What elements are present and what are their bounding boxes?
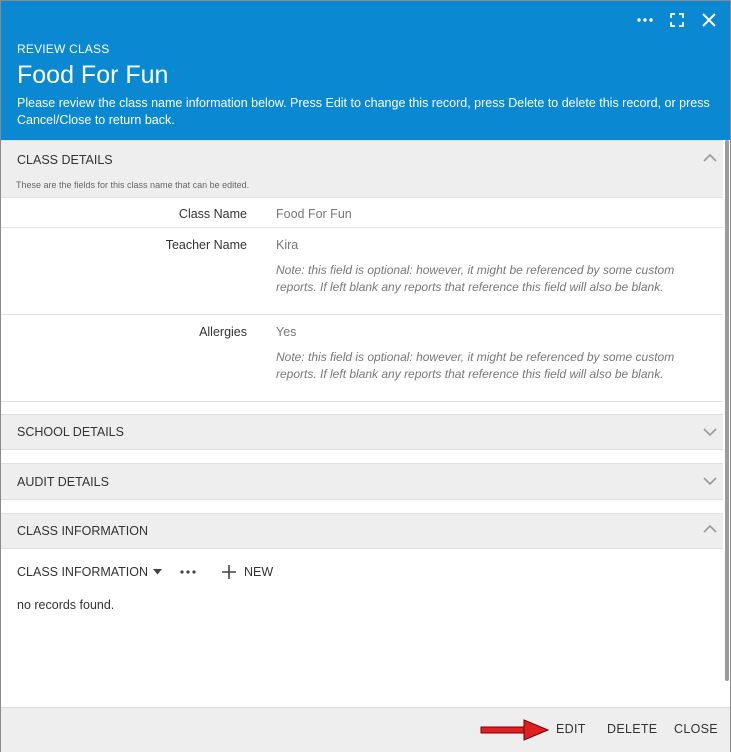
section-label: SCHOOL DETAILS	[17, 425, 124, 439]
arrow-annotation	[480, 719, 550, 741]
scrollbar[interactable]	[725, 140, 729, 681]
section-label: AUDIT DETAILS	[17, 475, 109, 489]
more-icon[interactable]	[636, 11, 654, 29]
chevron-up-icon[interactable]	[703, 153, 717, 163]
section-label: CLASS DETAILS	[17, 153, 113, 167]
section-class-information[interactable]: CLASS INFORMATION	[1, 513, 723, 549]
close-button[interactable]: CLOSE	[674, 722, 718, 736]
chevron-down-icon[interactable]	[703, 476, 717, 486]
section-audit-details[interactable]: AUDIT DETAILS	[1, 463, 723, 500]
dialog-footer: EDIT DELETE CLOSE	[1, 707, 730, 752]
section-label: CLASS INFORMATION	[17, 524, 149, 538]
chevron-down-icon[interactable]	[703, 427, 717, 437]
review-class-dialog: REVIEW CLASS Food For Fun Please review …	[0, 0, 731, 752]
section-school-details[interactable]: SCHOOL DETAILS	[1, 414, 723, 450]
new-record-label: NEW	[244, 565, 274, 579]
more-icon[interactable]	[180, 570, 196, 574]
empty-message: no records found.	[17, 598, 115, 612]
page-title: Food For Fun	[17, 61, 169, 89]
section-subtitle: These are the fields for this class name…	[16, 180, 250, 190]
field-value[interactable]: Yes	[276, 325, 296, 339]
subgrid-toolbar: CLASS INFORMATION NEW	[17, 565, 273, 579]
dialog-header: REVIEW CLASS Food For Fun Please review …	[1, 1, 730, 140]
field-row-teacher-name: Teacher Name Kira Note: this field is op…	[1, 228, 723, 315]
edit-button[interactable]: EDIT	[556, 722, 586, 736]
field-note: Note: this field is optional: however, i…	[276, 263, 675, 294]
field-note: Note: this field is optional: however, i…	[276, 350, 675, 381]
dialog-description: Please review the class name information…	[17, 96, 710, 127]
delete-button[interactable]: DELETE	[607, 722, 657, 736]
new-record-button[interactable]: NEW	[222, 565, 273, 579]
field-value[interactable]: Kira	[276, 238, 298, 252]
subgrid-view-selector[interactable]: CLASS INFORMATION	[17, 565, 163, 579]
field-value[interactable]: Food For Fun	[276, 207, 352, 221]
maximize-icon[interactable]	[668, 11, 686, 29]
window-controls	[636, 11, 718, 29]
caret-down-icon	[153, 569, 163, 575]
dialog-content: CLASS DETAILS These are the fields for t…	[1, 140, 730, 696]
field-row-allergies: Allergies Yes Note: this field is option…	[1, 315, 723, 402]
subgrid-title: CLASS INFORMATION	[17, 565, 149, 579]
field-row-class-name: Class Name Food For Fun	[1, 197, 723, 228]
section-class-details[interactable]: CLASS DETAILS These are the fields for t…	[1, 140, 723, 198]
field-label: Class Name	[178, 207, 247, 221]
close-icon[interactable]	[700, 11, 718, 29]
field-label: Teacher Name	[165, 238, 247, 252]
dialog-kicker: REVIEW CLASS	[17, 42, 110, 56]
field-label: Allergies	[199, 325, 247, 339]
chevron-up-icon[interactable]	[703, 524, 717, 534]
plus-icon	[222, 565, 237, 579]
